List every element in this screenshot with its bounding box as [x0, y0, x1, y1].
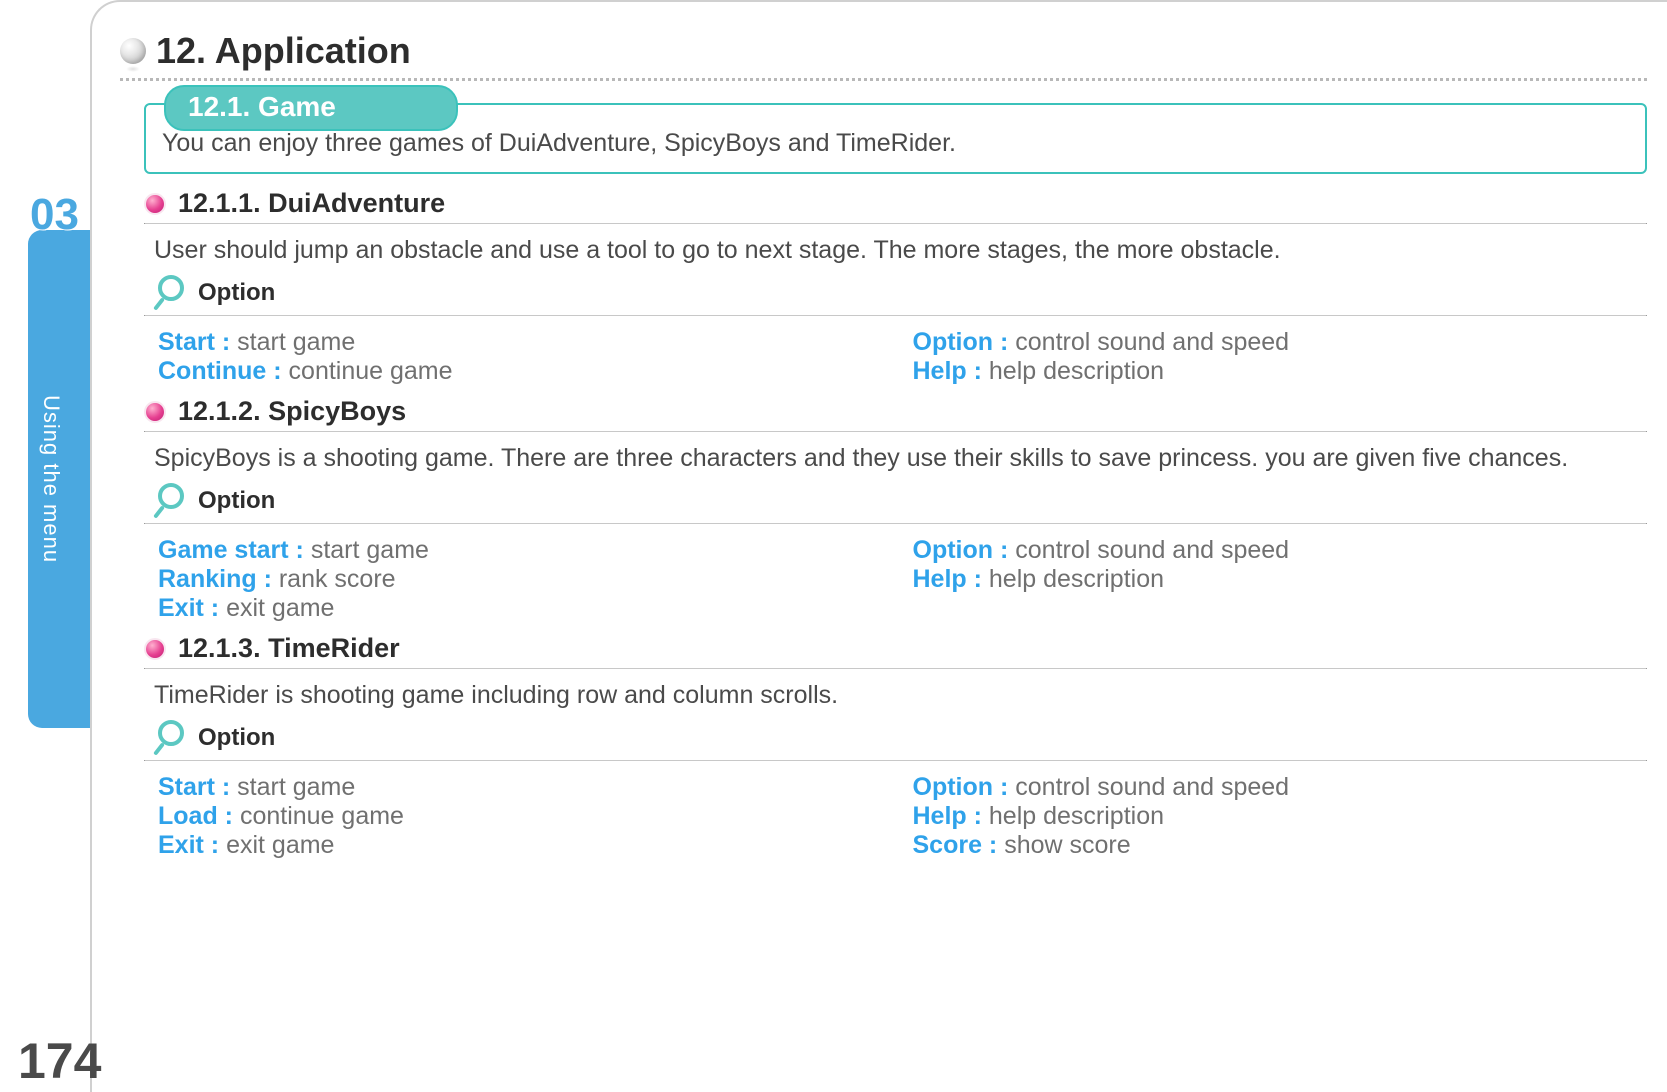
option-header: Option	[154, 275, 1647, 311]
bullet-icon	[144, 193, 166, 215]
sub-desc: SpicyBoys is a shooting game. There are …	[154, 444, 1647, 473]
page-title: 12. Application	[156, 30, 411, 72]
opt-game-start: Game start : start game	[158, 536, 893, 565]
section-tab: 12.1. Game	[164, 85, 458, 131]
side-tab-label: Using the menu	[38, 395, 64, 563]
option-header: Option	[154, 720, 1647, 756]
sub-heading-row: 12.1.1. DuiAdventure	[144, 188, 1647, 219]
rule	[144, 431, 1647, 432]
opt-continue: Continue : continue game	[158, 357, 893, 386]
option-header: Option	[154, 483, 1647, 519]
option-title: Option	[198, 279, 275, 307]
option-grid: Start : start game Continue : continue g…	[158, 328, 1647, 386]
option-grid: Start : start game Load : continue game …	[158, 773, 1647, 860]
opt-start: Start : start game	[158, 328, 893, 357]
rule	[144, 668, 1647, 669]
option-title: Option	[198, 487, 275, 515]
option-title: Option	[198, 724, 275, 752]
opt-exit: Exit : exit game	[158, 594, 893, 623]
rule	[144, 523, 1647, 524]
page-number: 174	[18, 1032, 101, 1090]
bullet-icon	[144, 638, 166, 660]
opt-help: Help : help description	[913, 565, 1648, 594]
rule	[144, 315, 1647, 316]
magnifier-icon	[154, 483, 190, 519]
subsection-timerider: 12.1.3. TimeRider TimeRider is shooting …	[144, 633, 1647, 860]
subsection-duiadventure: 12.1.1. DuiAdventure User should jump an…	[144, 188, 1647, 386]
opt-option: Option : control sound and speed	[913, 536, 1648, 565]
opt-help: Help : help description	[913, 357, 1648, 386]
opt-load: Load : continue game	[158, 802, 893, 831]
opt-start: Start : start game	[158, 773, 893, 802]
opt-help: Help : help description	[913, 802, 1648, 831]
bullet-icon	[144, 401, 166, 423]
sub-heading: 12.1.3. TimeRider	[178, 633, 400, 664]
sub-heading: 12.1.2. SpicyBoys	[178, 396, 406, 427]
opt-exit: Exit : exit game	[158, 831, 893, 860]
section-box: 12.1. Game You can enjoy three games of …	[144, 103, 1647, 174]
opt-option: Option : control sound and speed	[913, 773, 1648, 802]
rule	[144, 760, 1647, 761]
subsection-spicyboys: 12.1.2. SpicyBoys SpicyBoys is a shootin…	[144, 396, 1647, 623]
magnifier-icon	[154, 275, 190, 311]
opt-score: Score : show score	[913, 831, 1648, 860]
sphere-icon	[120, 38, 146, 64]
dotted-divider	[120, 78, 1647, 81]
sub-heading-row: 12.1.2. SpicyBoys	[144, 396, 1647, 427]
magnifier-icon	[154, 720, 190, 756]
option-grid: Game start : start game Ranking : rank s…	[158, 536, 1647, 623]
chapter-number: 03	[30, 190, 79, 240]
sub-heading: 12.1.1. DuiAdventure	[178, 188, 445, 219]
content-area: 12. Application 12.1. Game You can enjoy…	[120, 30, 1647, 870]
rule	[144, 223, 1647, 224]
sub-heading-row: 12.1.3. TimeRider	[144, 633, 1647, 664]
opt-ranking: Ranking : rank score	[158, 565, 893, 594]
section-intro: You can enjoy three games of DuiAdventur…	[162, 129, 1629, 158]
sub-desc: TimeRider is shooting game including row…	[154, 681, 1647, 710]
sub-desc: User should jump an obstacle and use a t…	[154, 236, 1647, 265]
opt-option: Option : control sound and speed	[913, 328, 1648, 357]
page-title-row: 12. Application	[120, 30, 1647, 72]
